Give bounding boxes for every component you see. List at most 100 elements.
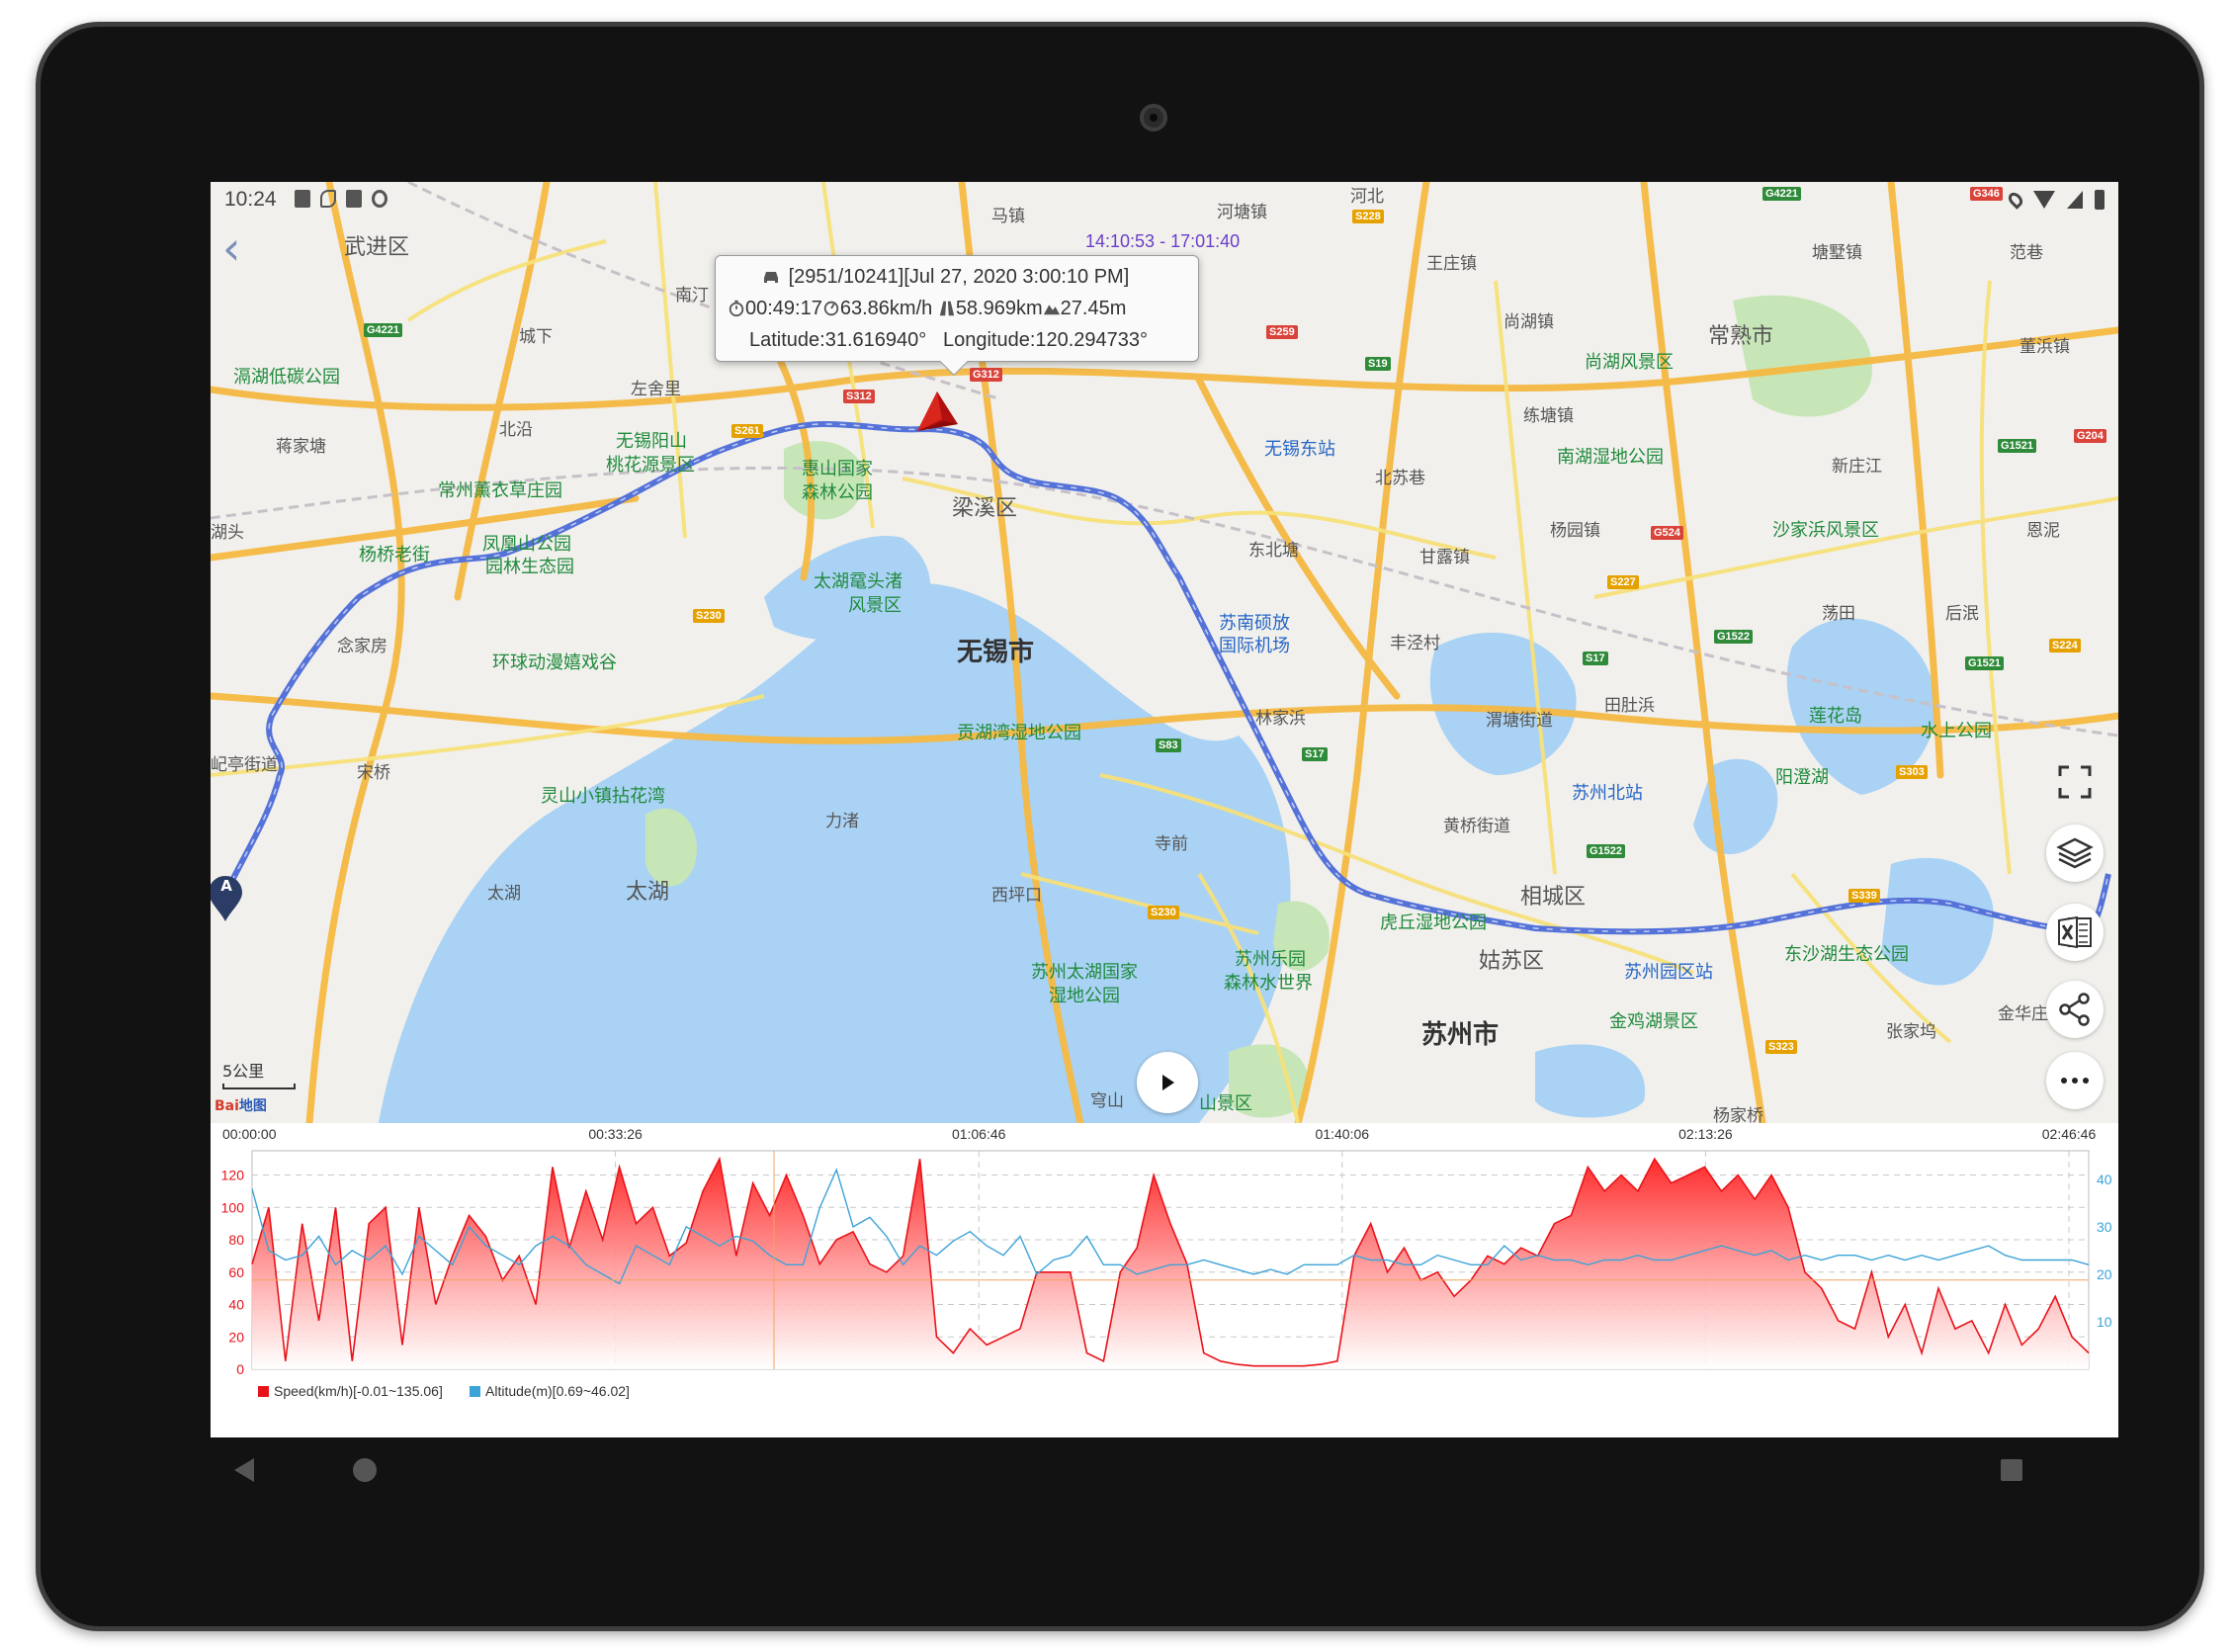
road-shield: S259 — [1266, 325, 1298, 339]
map-label: 无锡阳山 — [616, 431, 687, 451]
popup-speed: 63.86km/h — [839, 298, 933, 319]
more-button[interactable] — [2046, 1052, 2104, 1109]
map-scale-label: 5公里 — [222, 1062, 265, 1081]
fullscreen-icon — [2058, 765, 2092, 799]
share-button[interactable] — [2046, 981, 2104, 1038]
map-label: 太湖鼋头渚 — [814, 571, 902, 591]
popup-index-date: [2951/10241][Jul 27, 2020 3:00:10 PM] — [788, 266, 1130, 288]
map-label: 田肚浜 — [1604, 696, 1655, 715]
popup-distance: 58.969km — [955, 298, 1043, 319]
map-label: 渭塘街道 — [1486, 711, 1553, 730]
map-label: 练塘镇 — [1523, 406, 1574, 425]
road-shield: S230 — [693, 609, 725, 623]
y-tick-left: 120 — [221, 1168, 245, 1183]
map-label: 力渚 — [825, 812, 859, 830]
popup-header: [2951/10241][Jul 27, 2020 3:00:10 PM] — [759, 266, 1129, 289]
map-scale: 5公里 — [222, 1058, 296, 1089]
map-label: 太湖 — [626, 879, 670, 904]
play-icon — [1162, 1075, 1174, 1090]
y-tick-left: 100 — [221, 1199, 245, 1215]
map-label: 董浜镇 — [2019, 337, 2070, 356]
map-label: 东沙湖生态公园 — [1784, 944, 1909, 964]
map-label: 南湖湿地公园 — [1557, 447, 1664, 467]
chart-svg[interactable]: 0 20 40 60 80 100 120 10 20 30 40 00:00:00 00:33:26 0… — [211, 1123, 2118, 1437]
road-shield: S17 — [1583, 652, 1608, 665]
map-label: 园林生态园 — [485, 557, 574, 576]
road-shield: G1521 — [1965, 656, 2005, 670]
back-arrow-icon[interactable]: ‹ — [222, 225, 240, 271]
status-icons-left — [295, 190, 387, 208]
layers-button[interactable] — [2046, 825, 2104, 882]
y-tick-left: 20 — [228, 1329, 244, 1345]
baidu-logo: Bai地图 — [215, 1095, 267, 1115]
car-icon — [764, 272, 778, 283]
road-shield: S83 — [1156, 739, 1181, 752]
map-label: 惠山国家 — [802, 459, 873, 478]
map-label: 范巷 — [2010, 243, 2043, 262]
map-label: 灵山小镇拈花湾 — [541, 786, 665, 806]
map-label: 北苏巷 — [1375, 469, 1425, 487]
map-label: 滆湖低碳公园 — [233, 367, 340, 387]
x-tick-label: 02:46:46 — [2042, 1126, 2097, 1142]
tablet-frame: 武进区 马镇 河塘镇 河北 南汀 城下 左舍里 北沿 蒋家塘 滆湖低碳公园 无锡… — [36, 22, 2204, 1631]
y-tick-left: 80 — [228, 1232, 244, 1248]
time-range: 14:10:53 - 17:01:40 — [1085, 231, 1241, 251]
excel-icon — [2058, 915, 2092, 949]
baidu-logo-text: Bai — [215, 1098, 239, 1114]
road-shield: S323 — [1765, 1040, 1797, 1054]
more-dots-icon — [2061, 1078, 2089, 1084]
map-label: 新庄江 — [1832, 457, 1882, 476]
road-shield: G1522 — [1587, 844, 1626, 858]
map-label: 森林公园 — [802, 482, 873, 502]
map-label: 湿地公园 — [1049, 986, 1120, 1005]
map-label: 武进区 — [344, 234, 410, 259]
map-label-city: 无锡市 — [957, 637, 1035, 666]
nav-recents-icon[interactable] — [2001, 1459, 2022, 1481]
map-label: 梁溪区 — [952, 495, 1018, 520]
map-label: 尚湖风景区 — [1585, 352, 1674, 372]
map-label: 东北塘 — [1248, 541, 1299, 560]
map-label: 王庄镇 — [1426, 254, 1477, 273]
map-label: 姑苏区 — [1479, 948, 1545, 973]
map-label: 阳澄湖 — [1775, 767, 1829, 787]
export-excel-button[interactable] — [2046, 904, 2104, 961]
map-label: 苏州太湖国家 — [1031, 962, 1138, 982]
x-tick-label: 02:13:26 — [1678, 1126, 1733, 1142]
road-shield: S19 — [1365, 357, 1391, 371]
x-tick-label: 00:00:00 — [222, 1126, 277, 1142]
y-tick-left: 60 — [228, 1264, 244, 1280]
legend-swatch-altitude — [470, 1386, 480, 1397]
sd-card-icon — [346, 190, 362, 208]
road-shield: G312 — [970, 368, 1002, 382]
road-shield: G1522 — [1714, 630, 1754, 644]
popup-latitude: Latitude:31.616940° — [749, 329, 927, 351]
map-label: 蒋家塘 — [276, 437, 326, 456]
map-label: 莲花岛 — [1809, 706, 1862, 726]
popup-coords: Latitude:31.616940° Longitude:120.294733… — [749, 329, 1148, 352]
nav-back-icon[interactable] — [234, 1458, 254, 1482]
map-label: 沙家浜风景区 — [1772, 520, 1879, 540]
map-label: 念家房 — [337, 637, 387, 655]
road-icon — [939, 301, 955, 316]
map-label: 风景区 — [848, 595, 902, 615]
legend-speed: Speed(km/h)[-0.01~135.06] — [274, 1383, 443, 1399]
location-icon — [2006, 190, 2025, 210]
map-label: 贡湖湾湿地公园 — [957, 723, 1081, 742]
app-screen: 武进区 马镇 河塘镇 河北 南汀 城下 左舍里 北沿 蒋家塘 滆湖低碳公园 无锡… — [211, 182, 2118, 1437]
map-label: 后泯 — [1945, 604, 1979, 623]
map-label: 水上公园 — [1921, 721, 1992, 740]
popup-longitude: Longitude:120.294733° — [942, 329, 1149, 351]
map-label-city: 苏州市 — [1421, 1019, 1500, 1049]
nav-home-icon[interactable] — [353, 1458, 377, 1482]
play-button[interactable] — [1137, 1052, 1198, 1113]
road-shield: S230 — [1148, 906, 1179, 919]
map-label: 屺亭街道 — [211, 755, 278, 774]
map-label: 林家浜 — [1255, 709, 1306, 728]
popup-stats: 00:49:17 63.86km/h 58.969km 27.45m — [728, 298, 1126, 320]
signal-icon — [2067, 191, 2083, 209]
start-marker-label[interactable]: A — [216, 877, 236, 895]
map-label: 无锡东站 — [1264, 439, 1335, 459]
x-tick-label: 00:33:26 — [588, 1126, 643, 1142]
fullscreen-button[interactable] — [2046, 753, 2104, 811]
speed-altitude-chart[interactable]: 0 20 40 60 80 100 120 10 20 30 40 00:00:00 00:33:26 0… — [211, 1123, 2118, 1437]
